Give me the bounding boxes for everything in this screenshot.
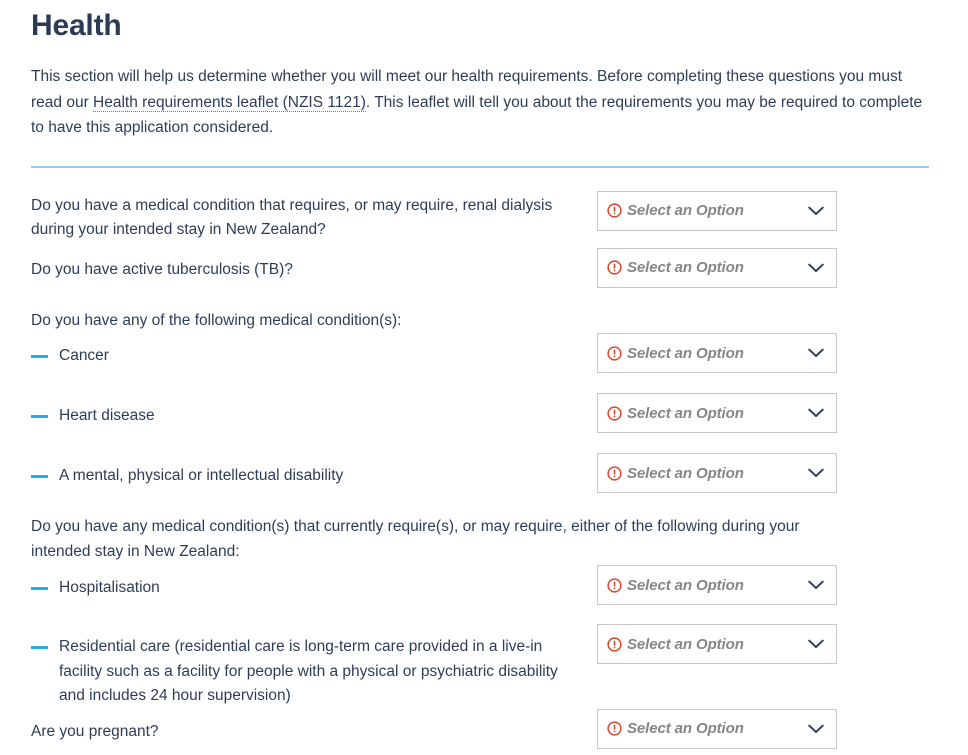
question-row-mental-physical-intellectual-disability: A mental, physical or intellectual disab… [31,453,937,493]
question-row-renal-dialysis: Do you have a medical condition that req… [31,190,937,243]
exclamation-circle-icon [607,260,622,275]
question-label-col: Residential care (residential care is lo… [31,635,597,709]
select-mental-physical-intellectual-disability[interactable]: Select an Option [597,453,837,493]
bullet-item-residential-care: Residential care (residential care is lo… [31,635,597,709]
page-title: Health [31,9,122,42]
question-heading-following-conditions: Do you have any of the following medical… [31,311,402,329]
question-row-cancer: Cancer Select an Option [31,333,937,373]
chevron-down-icon [808,580,824,589]
select-residential-care[interactable]: Select an Option [597,624,837,664]
bullet-text-hospitalisation: Hospitalisation [59,579,160,596]
question-label-col: Do you have any medical condition(s) tha… [31,515,831,564]
health-requirements-leaflet-link[interactable]: Health requirements leaflet (NZIS 1121) [93,93,366,112]
question-text-renal-dialysis: Do you have a medical condition that req… [31,196,553,239]
chevron-down-icon [808,348,824,357]
question-row-residential-care: Residential care (residential care is lo… [31,624,937,709]
bullet-dash-icon [31,355,48,358]
bullet-text-mental-physical-intellectual-disability: A mental, physical or intellectual disab… [59,467,344,484]
select-placeholder-label: Select an Option [627,576,744,594]
question-row-hospitalisation: Hospitalisation Select an Option [31,565,937,605]
select-placeholder-label: Select an Option [627,720,744,737]
question-row-pregnant: Are you pregnant? Select an Option [31,708,937,749]
question-label-col: Do you have a medical condition that req… [31,194,597,243]
exclamation-circle-icon [607,465,622,481]
bullet-item-hospitalisation: Hospitalisation [31,576,597,601]
question-field-col: Select an Option [597,565,837,605]
question-row-heart-disease: Heart disease Select an Option [31,393,937,433]
question-label-col: Are you pregnant? [31,720,597,745]
question-field-col: Select an Option [597,190,837,231]
chevron-down-icon [808,468,824,477]
exclamation-circle-icon [607,721,622,736]
chevron-down-icon [808,263,824,272]
question-row-current-conditions-heading: Do you have any medical condition(s) tha… [31,515,937,564]
question-label-col: Do you have any of the following medical… [31,309,597,334]
select-active-tuberculosis[interactable]: Select an Option [597,247,837,288]
bullet-dash-icon [31,646,48,649]
question-row-following-conditions-heading: Do you have any of the following medical… [31,309,937,334]
question-field-col: Select an Option [597,708,837,749]
bullet-item-heart-disease: Heart disease [31,404,597,429]
bullet-text-cancer: Cancer [59,347,109,364]
bullet-item-mental-physical-intellectual-disability: A mental, physical or intellectual disab… [31,464,597,489]
chevron-down-icon [808,639,824,648]
select-placeholder-label: Select an Option [627,635,744,653]
bullet-text-residential-care: Residential care (residential care is lo… [59,638,558,704]
select-placeholder-label: Select an Option [627,464,744,482]
intro-paragraph: This section will help us determine whet… [31,44,929,141]
exclamation-circle-icon [607,405,622,421]
question-field-col: Select an Option [597,393,837,433]
select-placeholder-label: Select an Option [627,404,744,422]
select-placeholder-label: Select an Option [627,344,744,362]
question-row-active-tuberculosis: Do you have active tuberculosis (TB)? Se… [31,247,937,288]
health-section-page: Health This section will help us determi… [0,0,968,755]
question-label-col: Cancer [31,344,597,369]
select-placeholder-label: Select an Option [627,202,744,219]
question-field-col: Select an Option [597,453,837,493]
select-pregnant[interactable]: Select an Option [597,708,837,749]
bullet-dash-icon [31,475,48,478]
bullet-item-cancer: Cancer [31,344,597,369]
select-renal-dialysis[interactable]: Select an Option [597,190,837,231]
question-text-pregnant: Are you pregnant? [31,722,159,740]
question-label-col: A mental, physical or intellectual disab… [31,464,597,489]
chevron-down-icon [808,206,824,215]
chevron-down-icon [808,724,824,733]
question-field-col: Select an Option [597,247,837,288]
exclamation-circle-icon [607,636,622,652]
bullet-dash-icon [31,587,48,590]
select-placeholder-label: Select an Option [627,259,744,276]
question-text-active-tuberculosis: Do you have active tuberculosis (TB)? [31,260,293,278]
select-cancer[interactable]: Select an Option [597,333,837,373]
exclamation-circle-icon [607,577,622,593]
question-field-col: Select an Option [597,333,837,373]
question-label-col: Hospitalisation [31,576,597,601]
bullet-text-heart-disease: Heart disease [59,407,155,424]
select-heart-disease[interactable]: Select an Option [597,393,837,433]
select-hospitalisation[interactable]: Select an Option [597,565,837,605]
question-label-col: Do you have active tuberculosis (TB)? [31,258,597,283]
bullet-dash-icon [31,415,48,418]
health-questions-list: Do you have a medical condition that req… [31,168,937,749]
exclamation-circle-icon [607,203,622,218]
question-field-col: Select an Option [597,624,837,664]
question-heading-current-conditions: Do you have any medical condition(s) tha… [31,518,800,560]
question-label-col: Heart disease [31,404,597,429]
chevron-down-icon [808,408,824,417]
exclamation-circle-icon [607,345,622,361]
